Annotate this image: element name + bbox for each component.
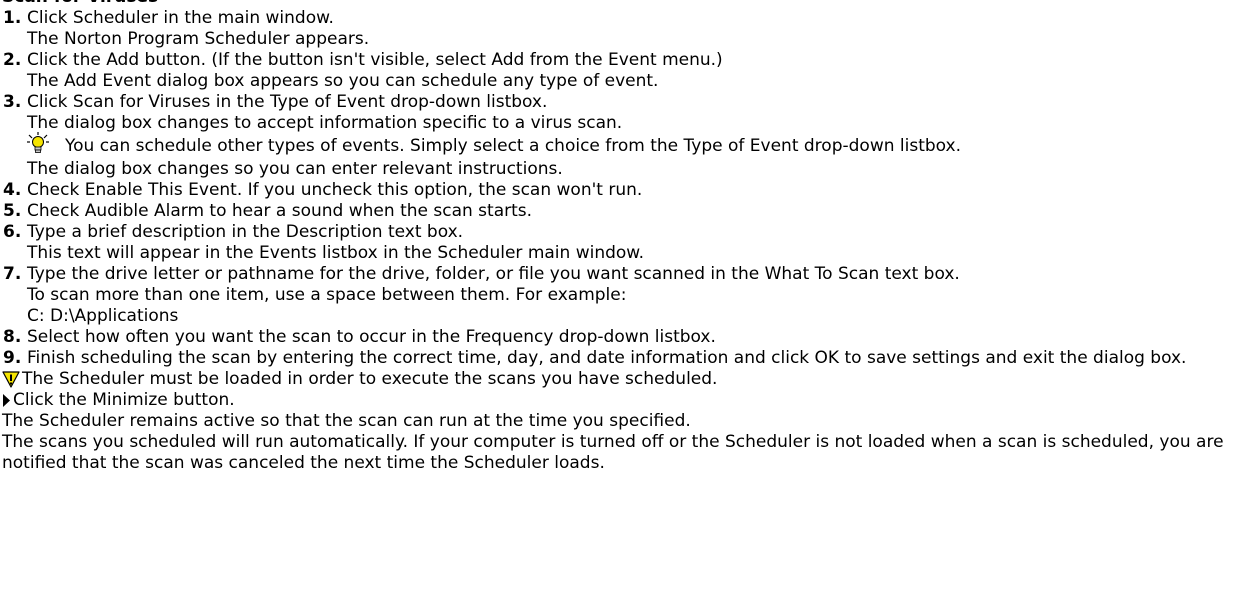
- step-number: 1.: [3, 8, 22, 28]
- step-number: 5.: [3, 201, 22, 221]
- step-instruction: Click the Add button. (If the button isn…: [27, 50, 723, 70]
- step-result: This text will appear in the Events list…: [27, 243, 645, 263]
- step-1: 1. Click Scheduler in the main window. T…: [2, 8, 1256, 50]
- arrow-right-icon: [3, 393, 10, 407]
- step-instruction: Click Scheduler in the main window.: [27, 8, 334, 28]
- step-number: 3.: [3, 92, 22, 112]
- step-9: 9. Finish scheduling the scan by enterin…: [2, 348, 1256, 369]
- tip-note: You can schedule other types of events. …: [27, 132, 1256, 159]
- step-number: 7.: [3, 264, 22, 284]
- step-number: 2.: [3, 50, 22, 70]
- step-instruction: Type a brief description in the Descript…: [27, 222, 464, 242]
- step-result: The Add Event dialog box appears so you …: [27, 71, 659, 91]
- tip-text: You can schedule other types of events. …: [65, 136, 962, 156]
- step-result: The dialog box changes to accept informa…: [27, 113, 623, 133]
- tip-followup: The dialog box changes so you can enter …: [27, 159, 563, 179]
- closing-paragraph: The scans you scheduled will run automat…: [2, 432, 1224, 473]
- step-3: 3. Click Scan for Viruses in the Type of…: [2, 92, 1256, 180]
- step-number: 8.: [3, 327, 22, 347]
- lightbulb-icon: [27, 132, 49, 153]
- step-detail: To scan more than one item, use a space …: [27, 285, 627, 305]
- warning-note: The Scheduler must be loaded in order to…: [2, 369, 1256, 390]
- step-2: 2. Click the Add button. (If the button …: [2, 50, 1256, 92]
- step-example: C: D:\Applications: [27, 306, 179, 326]
- step-instruction: Check Audible Alarm to hear a sound when…: [27, 201, 533, 221]
- step-instruction: Select how often you want the scan to oc…: [27, 327, 716, 347]
- step-instruction: Check Enable This Event. If you uncheck …: [27, 180, 643, 200]
- action-text: Click the Minimize button.: [13, 390, 235, 410]
- warning-icon: [2, 370, 20, 388]
- step-instruction: Finish scheduling the scan by entering t…: [27, 348, 1187, 368]
- step-instruction: Type the drive letter or pathname for th…: [27, 264, 960, 284]
- step-8: 8. Select how often you want the scan to…: [2, 327, 1256, 348]
- help-document: Scan for Viruses 1. Click Scheduler in t…: [2, 0, 1256, 474]
- page-title: Scan for Viruses: [2, 0, 1256, 8]
- step-4: 4. Check Enable This Event. If you unche…: [2, 180, 1256, 201]
- step-6: 6. Type a brief description in the Descr…: [2, 222, 1256, 264]
- step-number: 9.: [3, 348, 22, 368]
- action-step: Click the Minimize button.: [2, 390, 1256, 411]
- warning-text: The Scheduler must be loaded in order to…: [22, 369, 718, 389]
- step-number: 6.: [3, 222, 22, 242]
- step-number: 4.: [3, 180, 22, 200]
- steps-list: 1. Click Scheduler in the main window. T…: [2, 8, 1256, 369]
- result-text: The Scheduler remains active so that the…: [2, 411, 691, 431]
- step-result: The Norton Program Scheduler appears.: [27, 29, 370, 49]
- step-7: 7. Type the drive letter or pathname for…: [2, 264, 1256, 327]
- step-instruction: Click Scan for Viruses in the Type of Ev…: [27, 92, 548, 112]
- step-5: 5. Check Audible Alarm to hear a sound w…: [2, 201, 1256, 222]
